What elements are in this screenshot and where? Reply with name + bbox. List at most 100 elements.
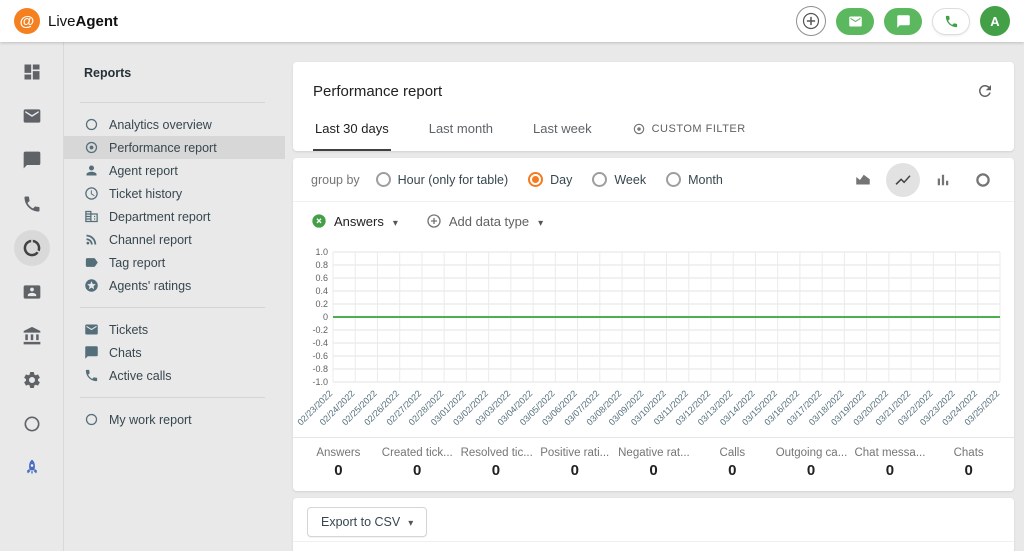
area-chart-icon — [854, 171, 872, 189]
svg-text:-0.8: -0.8 — [312, 364, 328, 374]
stat-label: Positive rati... — [535, 447, 614, 459]
radio-week[interactable]: Week — [592, 172, 646, 187]
sidebar-item-label: Performance report — [109, 141, 217, 155]
sidebar-item-department-report[interactable]: Department report — [64, 205, 285, 228]
sidebar-item-label: Department report — [109, 210, 210, 224]
rail-item-calls[interactable] — [14, 186, 50, 222]
liveagent-logo-icon — [14, 8, 40, 34]
rail-item-contacts[interactable] — [14, 274, 50, 310]
sidebar-item-label: Analytics overview — [109, 118, 212, 132]
caret-down-icon — [406, 515, 413, 529]
liveagent-brand[interactable]: LiveAgent — [14, 8, 118, 34]
avatar[interactable]: A — [980, 6, 1010, 36]
export-csv-button[interactable]: Export to CSV — [307, 507, 427, 537]
new-chat-button[interactable] — [884, 8, 922, 35]
rail-item-bank[interactable] — [14, 318, 50, 354]
sidebar-item-tag-report[interactable]: Tag report — [64, 251, 285, 274]
dashboard-icon — [22, 62, 42, 82]
radio-month[interactable]: Month — [666, 172, 723, 187]
stat-value: 0 — [299, 462, 378, 479]
area-chart-button[interactable] — [846, 163, 880, 197]
answers-series-chip[interactable]: Answers — [311, 213, 398, 229]
svg-text:-0.2: -0.2 — [312, 325, 328, 335]
sidebar-item-my-work-report[interactable]: My work report — [64, 408, 285, 431]
plus-circle-icon — [802, 12, 820, 30]
svg-text:1.0: 1.0 — [315, 247, 328, 257]
rail-item-reports[interactable] — [14, 230, 50, 266]
add-data-type-button[interactable]: Add data type — [426, 213, 543, 229]
rss-icon — [84, 232, 99, 247]
rail-item-settings[interactable] — [14, 362, 50, 398]
tab-bar: Last 30 days Last month Last week CUSTOM FI… — [293, 108, 1014, 151]
refresh-button[interactable] — [976, 82, 994, 100]
rail-item-getting-started[interactable] — [14, 450, 50, 486]
performance-chart-svg: 1.00.80.60.40.20-0.2-0.4-0.6-0.8-1.002/2… — [303, 244, 1006, 434]
tab-last-30-days[interactable]: Last 30 days — [313, 108, 391, 151]
sidebar-item-tickets[interactable]: Tickets — [64, 318, 285, 341]
radio-day[interactable]: Day — [528, 172, 572, 187]
radio-dot-icon — [666, 172, 681, 187]
svg-text:-1.0: -1.0 — [312, 377, 328, 387]
clock-icon — [84, 186, 99, 201]
sidebar-item-performance-report[interactable]: Performance report — [64, 136, 285, 159]
sidebar-item-ticket-history[interactable]: Ticket history — [64, 182, 285, 205]
caret-down-icon — [391, 214, 398, 229]
call-button[interactable] — [932, 8, 970, 35]
new-email-button[interactable] — [836, 8, 874, 35]
topbar-actions: A — [796, 6, 1010, 36]
add-circle-icon — [426, 213, 442, 229]
sidebar-item-analytics-overview[interactable]: Analytics overview — [64, 113, 285, 136]
line-chart-button[interactable] — [886, 163, 920, 197]
sidebar-item-chats[interactable]: Chats — [64, 341, 285, 364]
sidebar-item-active-calls[interactable]: Active calls — [64, 364, 285, 387]
reports-sidebar: Reports Analytics overviewPerformance re… — [64, 42, 285, 551]
sidebar-item-label: Tag report — [109, 256, 165, 270]
stat-chats: Chats 0 — [929, 447, 1008, 479]
rail-item-dashboard[interactable] — [14, 54, 50, 90]
table-header-row: Date↓Answers↓Created tickets↓Resolved ti… — [293, 541, 1014, 551]
rail-item-status[interactable] — [14, 406, 50, 442]
sidebar-item-agents-ratings[interactable]: Agents' ratings — [64, 274, 285, 297]
pie-chart-button[interactable] — [966, 163, 1000, 197]
add-button[interactable] — [796, 6, 826, 36]
sidebar-item-agent-report[interactable]: Agent report — [64, 159, 285, 182]
report-body-card: group by Hour (only for table)DayWeekMon… — [293, 158, 1014, 491]
bar-chart-button[interactable] — [926, 163, 960, 197]
phone-icon — [944, 14, 959, 29]
chart-type-switcher — [846, 163, 1000, 197]
svg-text:0: 0 — [323, 312, 328, 322]
sidebar-item-label: Agent report — [109, 164, 178, 178]
svg-text:0.4: 0.4 — [315, 286, 328, 296]
page-title: Performance report — [313, 83, 442, 100]
stat-value: 0 — [457, 462, 536, 479]
chat-icon — [896, 14, 911, 29]
report-header-card: Performance report Last 30 days Last mont… — [293, 62, 1014, 151]
tab-last-month[interactable]: Last month — [427, 108, 495, 151]
svg-text:-0.4: -0.4 — [312, 338, 328, 348]
filter-icon — [632, 122, 646, 136]
add-data-type-label: Add data type — [449, 214, 529, 229]
bank-icon — [22, 326, 42, 346]
main-content: Performance report Last 30 days Last mont… — [285, 42, 1024, 551]
radio-hour-only-for-table[interactable]: Hour (only for table) — [376, 172, 508, 187]
divider — [80, 307, 265, 308]
rail-item-chats[interactable] — [14, 142, 50, 178]
tab-last-week[interactable]: Last week — [531, 108, 594, 151]
stat-resolved-tic: Resolved tic...0 — [457, 447, 536, 479]
phone-icon — [22, 194, 42, 214]
chat-icon — [84, 345, 99, 360]
stat-label: Chats — [929, 447, 1008, 459]
svg-text:-0.6: -0.6 — [312, 351, 328, 361]
radio-dot-icon — [592, 172, 607, 187]
person-icon — [84, 163, 99, 178]
stat-value: 0 — [378, 462, 457, 479]
stat-outgoing-ca: Outgoing ca...0 — [772, 447, 851, 479]
tab-custom-filter[interactable]: CUSTOM FILTER — [630, 108, 748, 151]
sidebar-item-label: Channel report — [109, 233, 192, 247]
divider — [80, 397, 265, 398]
pie-chart-icon — [974, 171, 992, 189]
sidebar-item-channel-report[interactable]: Channel report — [64, 228, 285, 251]
rail-item-tickets[interactable] — [14, 98, 50, 134]
svg-text:0.8: 0.8 — [315, 260, 328, 270]
stat-value: 0 — [929, 462, 1008, 479]
